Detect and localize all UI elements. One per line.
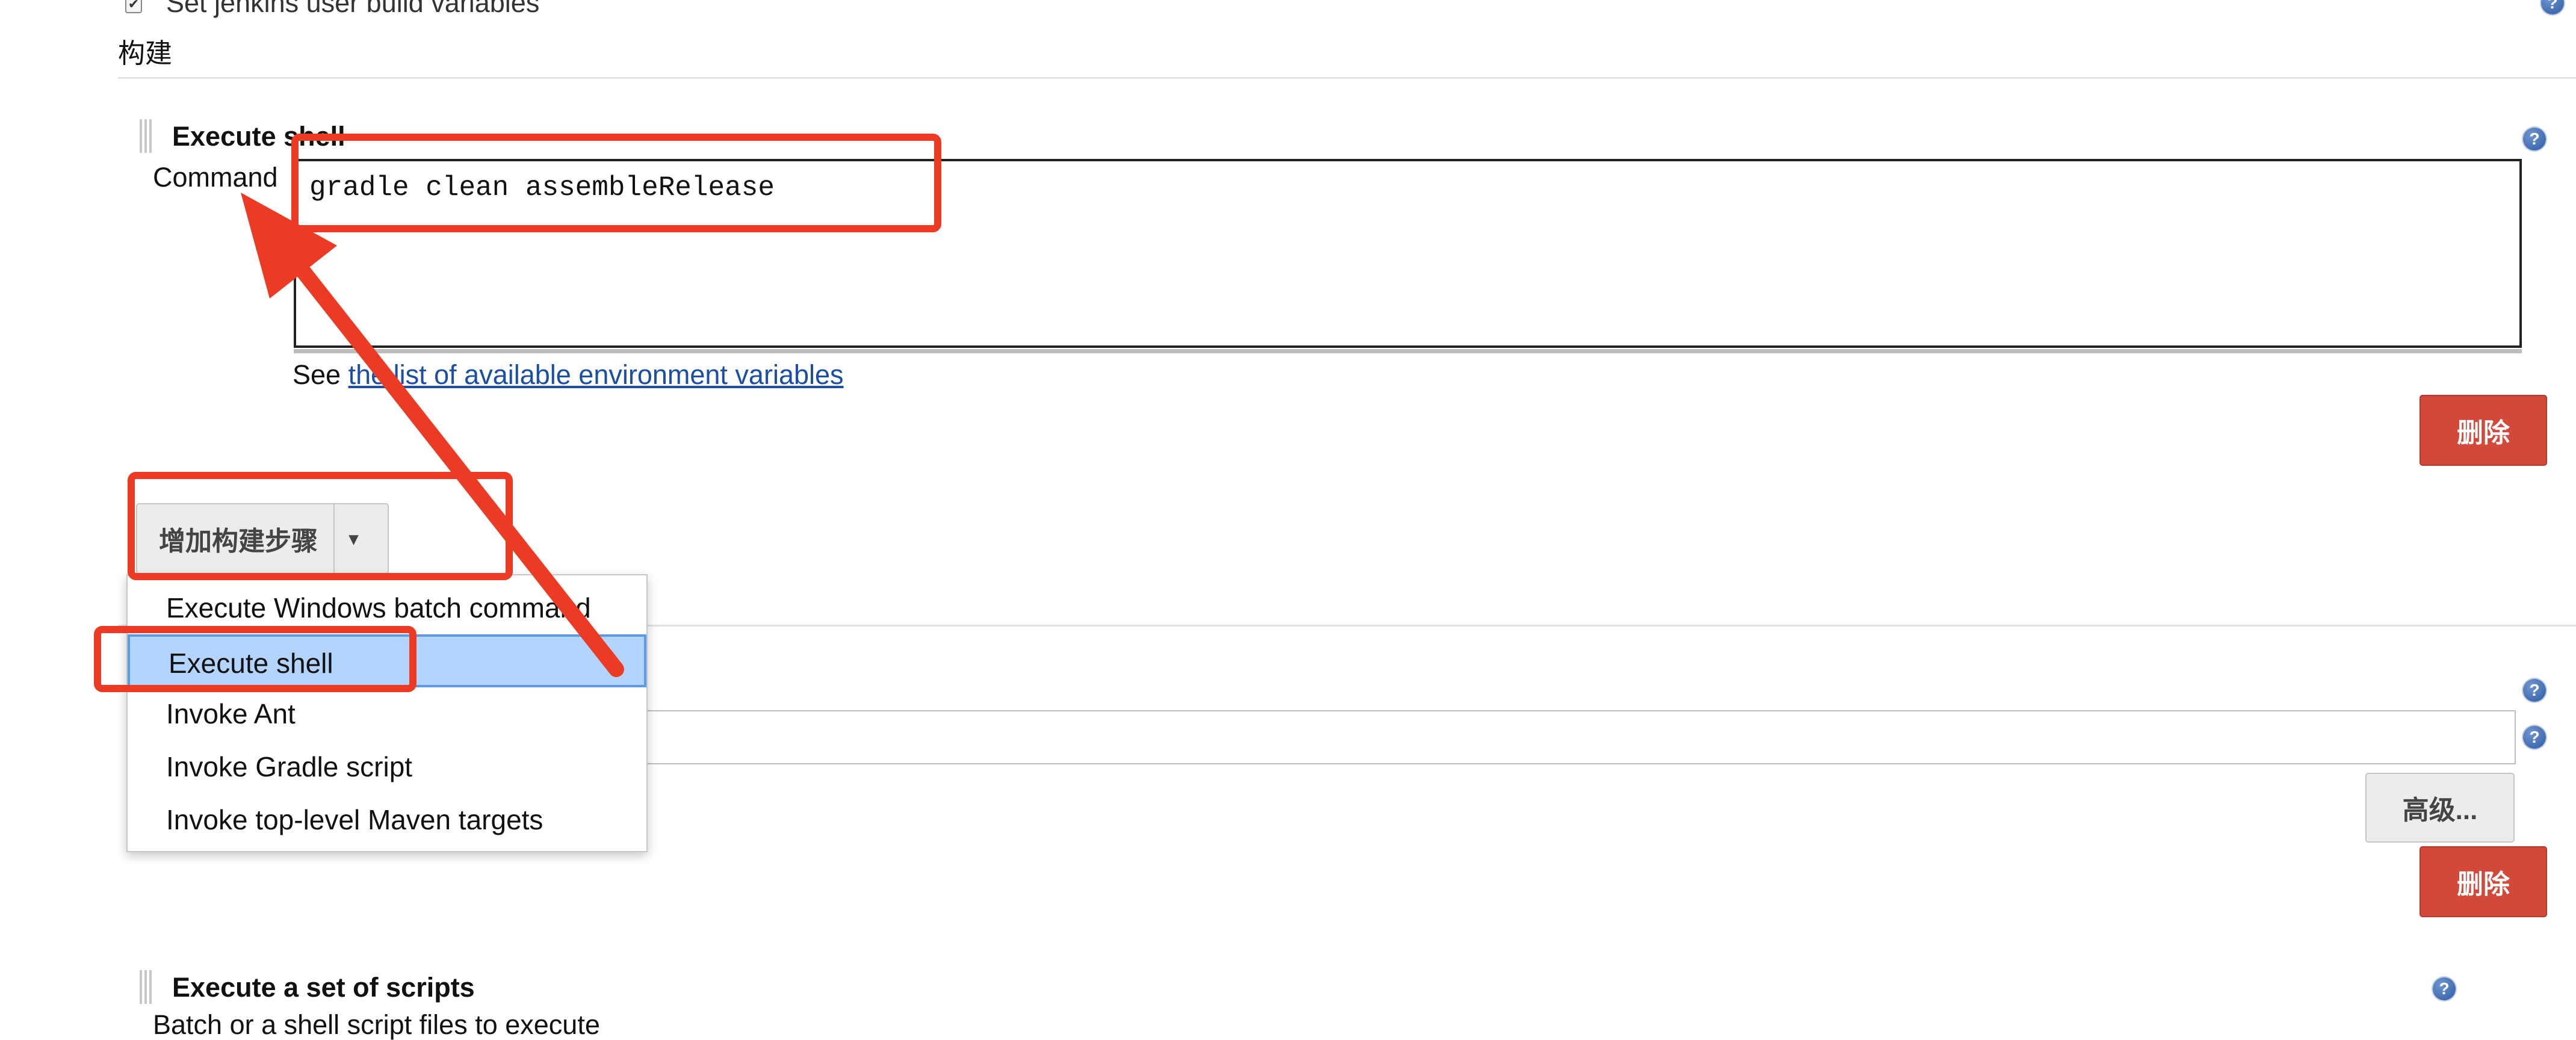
annotation-arrow: [241, 193, 624, 677]
